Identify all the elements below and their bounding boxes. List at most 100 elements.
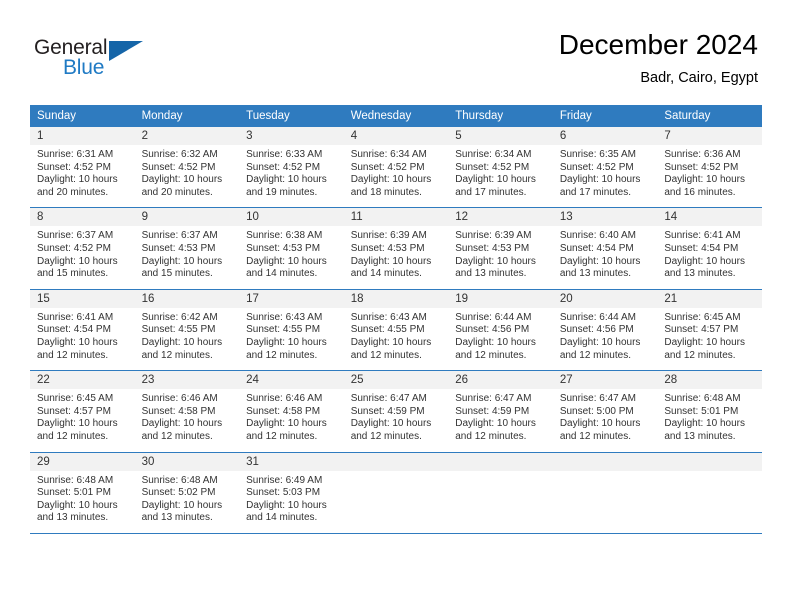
day-cell[interactable]: Sunrise: 6:47 AM Sunset: 4:59 PM Daylight:… [343,389,449,452]
day-cell-empty [657,470,762,533]
day-cell[interactable]: Sunrise: 6:43 AM Sunset: 4:55 PM Daylight:… [239,307,344,371]
day-cell[interactable]: Sunrise: 6:46 AM Sunset: 4:58 PM Daylight:… [134,389,240,452]
day-daylight2-text: and 12 minutes. [141,430,213,442]
day-number[interactable]: 26 [448,371,553,390]
week-daynumber-row: 8 9 10 11 12 13 14 [30,208,762,227]
day-cell[interactable]: Sunrise: 6:38 AM Sunset: 4:53 PM Daylight:… [239,226,344,289]
day-number[interactable]: 30 [134,452,240,471]
day-cell[interactable]: Sunrise: 6:42 AM Sunset: 4:55 PM Daylight:… [134,307,240,371]
day-sunset-text: Sunset: 4:55 PM [350,324,425,336]
logo-text-blue: Blue [63,56,105,79]
day-cell[interactable]: Sunrise: 6:32 AM Sunset: 4:52 PM Daylight:… [134,145,240,208]
day-sunrise-text: Sunrise: 6:43 AM [350,311,427,323]
day-sunrise-text: Sunrise: 6:34 AM [350,149,427,160]
day-cell[interactable]: Sunrise: 6:44 AM Sunset: 4:56 PM Daylight:… [552,307,658,371]
day-cell[interactable]: Sunrise: 6:36 AM Sunset: 4:52 PM Daylight:… [657,145,762,208]
day-sunrise-text: Sunrise: 6:45 AM [37,393,114,405]
day-cell[interactable]: Sunrise: 6:47 AM Sunset: 4:59 PM Daylight:… [448,389,553,452]
day-cell[interactable]: Sunrise: 6:48 AM Sunset: 5:01 PM Daylight:… [657,389,762,452]
day-cell[interactable]: Sunrise: 6:35 AM Sunset: 4:52 PM Daylight:… [552,145,658,208]
day-cell[interactable]: Sunrise: 6:40 AM Sunset: 4:54 PM Daylight:… [552,226,658,289]
day-daylight2-text: and 20 minutes. [37,186,109,198]
day-number[interactable]: 28 [657,371,762,390]
day-daylight2-text: and 14 minutes. [246,268,318,280]
day-cell[interactable]: Sunrise: 6:39 AM Sunset: 4:53 PM Daylight:… [448,226,553,289]
day-cell[interactable]: Sunrise: 6:31 AM Sunset: 4:52 PM Daylight:… [30,145,135,208]
day-number[interactable]: 15 [30,289,135,308]
day-cell[interactable]: Sunrise: 6:49 AM Sunset: 5:03 PM Daylight:… [239,470,344,533]
day-daylight2-text: and 12 minutes. [246,430,318,442]
day-sunrise-text: Sunrise: 6:33 AM [246,149,323,160]
day-daylight1-text: Daylight: 10 hours [246,174,327,186]
day-number[interactable]: 5 [448,127,553,145]
day-number[interactable]: 16 [134,289,240,308]
day-daylight1-text: Daylight: 10 hours [664,174,745,186]
day-daylight1-text: Daylight: 10 hours [37,336,118,348]
day-cell[interactable]: Sunrise: 6:43 AM Sunset: 4:55 PM Daylight:… [343,307,449,371]
day-daylight2-text: and 14 minutes. [246,512,318,524]
day-number[interactable]: 13 [552,208,658,227]
day-sunset-text: Sunset: 4:56 PM [455,324,530,336]
day-cell[interactable]: Sunrise: 6:45 AM Sunset: 4:57 PM Daylight:… [30,389,135,452]
day-number[interactable]: 31 [239,452,344,471]
day-sunrise-text: Sunrise: 6:34 AM [455,149,532,160]
day-number[interactable]: 8 [30,208,135,227]
day-cell-empty [343,470,449,533]
day-sunset-text: Sunset: 4:52 PM [37,242,111,254]
day-number[interactable]: 17 [239,289,344,308]
day-cell[interactable]: Sunrise: 6:37 AM Sunset: 4:52 PM Daylight:… [30,226,135,289]
day-number[interactable]: 6 [552,127,658,145]
day-number[interactable]: 7 [657,127,762,145]
day-daylight1-text: Daylight: 10 hours [37,255,118,267]
day-sunrise-text: Sunrise: 6:35 AM [559,149,636,160]
day-number[interactable]: 3 [239,127,344,145]
day-number[interactable]: 18 [343,289,449,308]
day-number[interactable]: 2 [134,127,240,145]
day-cell[interactable]: Sunrise: 6:48 AM Sunset: 5:01 PM Daylight:… [30,470,135,533]
day-sunrise-text: Sunrise: 6:45 AM [664,311,741,323]
day-number[interactable]: 24 [239,371,344,390]
day-sunrise-text: Sunrise: 6:49 AM [246,474,323,486]
day-number[interactable]: 4 [343,127,449,145]
day-number[interactable]: 25 [343,371,449,390]
day-number[interactable]: 9 [134,208,240,227]
day-number[interactable]: 10 [239,208,344,227]
week-separator-line [30,532,762,534]
day-sunrise-text: Sunrise: 6:46 AM [246,393,323,405]
day-cell[interactable]: Sunrise: 6:34 AM Sunset: 4:52 PM Daylight:… [448,145,553,208]
day-cell[interactable]: Sunrise: 6:41 AM Sunset: 4:54 PM Daylight:… [30,307,135,371]
day-number[interactable]: 20 [552,289,658,308]
day-number[interactable]: 29 [30,452,135,471]
day-number[interactable]: 23 [134,371,240,390]
day-sunrise-text: Sunrise: 6:31 AM [37,149,114,160]
day-cell[interactable]: Sunrise: 6:44 AM Sunset: 4:56 PM Daylight:… [448,307,553,371]
day-number[interactable]: 21 [657,289,762,308]
day-number[interactable]: 19 [448,289,553,308]
day-cell[interactable]: Sunrise: 6:34 AM Sunset: 4:52 PM Daylight:… [343,145,449,208]
week-separator [30,532,762,534]
day-cell[interactable]: Sunrise: 6:47 AM Sunset: 5:00 PM Daylight:… [552,389,658,452]
day-number[interactable]: 27 [552,371,658,390]
day-number[interactable]: 12 [448,208,553,227]
day-cell[interactable]: Sunrise: 6:41 AM Sunset: 4:54 PM Daylight:… [657,226,762,289]
day-cell[interactable]: Sunrise: 6:46 AM Sunset: 4:58 PM Daylight:… [239,389,344,452]
day-sunset-text: Sunset: 4:53 PM [141,242,216,254]
week-info-row: Sunrise: 6:45 AM Sunset: 4:57 PM Daylight:… [30,389,762,452]
day-sunset-text: Sunset: 4:58 PM [246,405,321,417]
day-number[interactable]: 22 [30,371,135,390]
day-cell[interactable]: Sunrise: 6:39 AM Sunset: 4:53 PM Daylight:… [343,226,449,289]
day-number[interactable]: 1 [30,127,135,145]
day-sunrise-text: Sunrise: 6:42 AM [141,311,218,323]
day-sunrise-text: Sunrise: 6:37 AM [37,230,114,242]
day-daylight2-text: and 20 minutes. [141,186,213,198]
day-cell[interactable]: Sunrise: 6:33 AM Sunset: 4:52 PM Daylight:… [239,145,344,208]
day-daylight1-text: Daylight: 10 hours [37,418,118,430]
day-number[interactable]: 14 [657,208,762,227]
day-daylight1-text: Daylight: 10 hours [455,418,536,430]
day-number[interactable]: 11 [343,208,449,227]
day-sunset-text: Sunset: 4:54 PM [37,324,111,336]
day-cell[interactable]: Sunrise: 6:48 AM Sunset: 5:02 PM Daylight:… [134,470,240,533]
day-cell[interactable]: Sunrise: 6:37 AM Sunset: 4:53 PM Daylight:… [134,226,240,289]
day-cell[interactable]: Sunrise: 6:45 AM Sunset: 4:57 PM Daylight:… [657,307,762,371]
day-daylight1-text: Daylight: 10 hours [246,336,327,348]
